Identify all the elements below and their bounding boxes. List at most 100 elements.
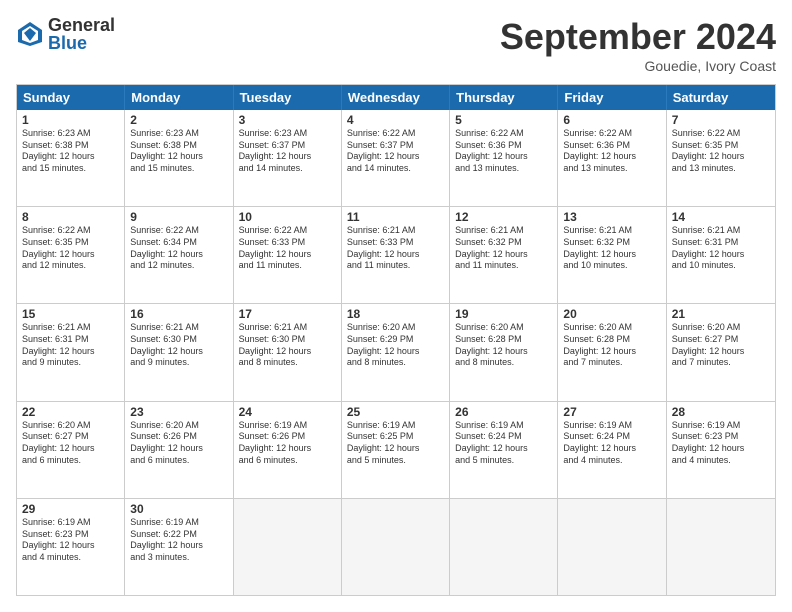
- day-number: 27: [563, 405, 660, 419]
- day-info: Sunrise: 6:22 AM Sunset: 6:37 PM Dayligh…: [347, 128, 444, 175]
- location-subtitle: Gouedie, Ivory Coast: [500, 58, 776, 74]
- week-row-3: 15Sunrise: 6:21 AM Sunset: 6:31 PM Dayli…: [17, 304, 775, 401]
- day-number: 21: [672, 307, 770, 321]
- title-area: September 2024 Gouedie, Ivory Coast: [500, 16, 776, 74]
- day-info: Sunrise: 6:21 AM Sunset: 6:31 PM Dayligh…: [22, 322, 119, 369]
- day-info: Sunrise: 6:19 AM Sunset: 6:23 PM Dayligh…: [22, 517, 119, 564]
- cell-4-3: 25Sunrise: 6:19 AM Sunset: 6:25 PM Dayli…: [342, 402, 450, 498]
- calendar-body: 1Sunrise: 6:23 AM Sunset: 6:38 PM Daylig…: [17, 110, 775, 595]
- day-number: 30: [130, 502, 227, 516]
- cell-1-5: 6Sunrise: 6:22 AM Sunset: 6:36 PM Daylig…: [558, 110, 666, 206]
- cell-2-1: 9Sunrise: 6:22 AM Sunset: 6:34 PM Daylig…: [125, 207, 233, 303]
- cell-2-4: 12Sunrise: 6:21 AM Sunset: 6:32 PM Dayli…: [450, 207, 558, 303]
- logo-text: General Blue: [48, 16, 115, 52]
- cell-2-3: 11Sunrise: 6:21 AM Sunset: 6:33 PM Dayli…: [342, 207, 450, 303]
- day-info: Sunrise: 6:21 AM Sunset: 6:32 PM Dayligh…: [563, 225, 660, 272]
- cell-5-1: 30Sunrise: 6:19 AM Sunset: 6:22 PM Dayli…: [125, 499, 233, 595]
- cell-2-6: 14Sunrise: 6:21 AM Sunset: 6:31 PM Dayli…: [667, 207, 775, 303]
- day-number: 8: [22, 210, 119, 224]
- cell-5-4: [450, 499, 558, 595]
- day-number: 23: [130, 405, 227, 419]
- day-info: Sunrise: 6:23 AM Sunset: 6:37 PM Dayligh…: [239, 128, 336, 175]
- cell-1-3: 4Sunrise: 6:22 AM Sunset: 6:37 PM Daylig…: [342, 110, 450, 206]
- cell-5-5: [558, 499, 666, 595]
- cell-3-2: 17Sunrise: 6:21 AM Sunset: 6:30 PM Dayli…: [234, 304, 342, 400]
- cell-4-4: 26Sunrise: 6:19 AM Sunset: 6:24 PM Dayli…: [450, 402, 558, 498]
- day-info: Sunrise: 6:21 AM Sunset: 6:33 PM Dayligh…: [347, 225, 444, 272]
- logo-icon: [16, 20, 44, 48]
- day-info: Sunrise: 6:22 AM Sunset: 6:35 PM Dayligh…: [672, 128, 770, 175]
- day-number: 20: [563, 307, 660, 321]
- day-info: Sunrise: 6:19 AM Sunset: 6:26 PM Dayligh…: [239, 420, 336, 467]
- day-number: 12: [455, 210, 552, 224]
- day-info: Sunrise: 6:22 AM Sunset: 6:33 PM Dayligh…: [239, 225, 336, 272]
- cell-1-6: 7Sunrise: 6:22 AM Sunset: 6:35 PM Daylig…: [667, 110, 775, 206]
- day-info: Sunrise: 6:23 AM Sunset: 6:38 PM Dayligh…: [22, 128, 119, 175]
- cell-4-0: 22Sunrise: 6:20 AM Sunset: 6:27 PM Dayli…: [17, 402, 125, 498]
- day-info: Sunrise: 6:21 AM Sunset: 6:32 PM Dayligh…: [455, 225, 552, 272]
- day-info: Sunrise: 6:19 AM Sunset: 6:24 PM Dayligh…: [455, 420, 552, 467]
- day-number: 14: [672, 210, 770, 224]
- day-number: 19: [455, 307, 552, 321]
- logo-general: General: [48, 16, 115, 34]
- cell-3-0: 15Sunrise: 6:21 AM Sunset: 6:31 PM Dayli…: [17, 304, 125, 400]
- calendar-header: Sunday Monday Tuesday Wednesday Thursday…: [17, 85, 775, 110]
- header-tuesday: Tuesday: [234, 85, 342, 110]
- day-info: Sunrise: 6:22 AM Sunset: 6:35 PM Dayligh…: [22, 225, 119, 272]
- day-number: 13: [563, 210, 660, 224]
- cell-4-6: 28Sunrise: 6:19 AM Sunset: 6:23 PM Dayli…: [667, 402, 775, 498]
- day-number: 10: [239, 210, 336, 224]
- day-number: 26: [455, 405, 552, 419]
- cell-3-4: 19Sunrise: 6:20 AM Sunset: 6:28 PM Dayli…: [450, 304, 558, 400]
- day-number: 6: [563, 113, 660, 127]
- day-number: 18: [347, 307, 444, 321]
- day-info: Sunrise: 6:19 AM Sunset: 6:22 PM Dayligh…: [130, 517, 227, 564]
- cell-1-1: 2Sunrise: 6:23 AM Sunset: 6:38 PM Daylig…: [125, 110, 233, 206]
- cell-3-6: 21Sunrise: 6:20 AM Sunset: 6:27 PM Dayli…: [667, 304, 775, 400]
- day-info: Sunrise: 6:21 AM Sunset: 6:31 PM Dayligh…: [672, 225, 770, 272]
- page: General Blue September 2024 Gouedie, Ivo…: [0, 0, 792, 612]
- day-info: Sunrise: 6:19 AM Sunset: 6:25 PM Dayligh…: [347, 420, 444, 467]
- day-number: 4: [347, 113, 444, 127]
- day-info: Sunrise: 6:20 AM Sunset: 6:28 PM Dayligh…: [563, 322, 660, 369]
- day-number: 1: [22, 113, 119, 127]
- cell-1-4: 5Sunrise: 6:22 AM Sunset: 6:36 PM Daylig…: [450, 110, 558, 206]
- cell-5-6: [667, 499, 775, 595]
- cell-2-0: 8Sunrise: 6:22 AM Sunset: 6:35 PM Daylig…: [17, 207, 125, 303]
- cell-3-1: 16Sunrise: 6:21 AM Sunset: 6:30 PM Dayli…: [125, 304, 233, 400]
- day-number: 7: [672, 113, 770, 127]
- week-row-5: 29Sunrise: 6:19 AM Sunset: 6:23 PM Dayli…: [17, 499, 775, 595]
- cell-1-0: 1Sunrise: 6:23 AM Sunset: 6:38 PM Daylig…: [17, 110, 125, 206]
- logo: General Blue: [16, 16, 115, 52]
- day-info: Sunrise: 6:21 AM Sunset: 6:30 PM Dayligh…: [239, 322, 336, 369]
- cell-1-2: 3Sunrise: 6:23 AM Sunset: 6:37 PM Daylig…: [234, 110, 342, 206]
- day-info: Sunrise: 6:20 AM Sunset: 6:27 PM Dayligh…: [672, 322, 770, 369]
- day-number: 16: [130, 307, 227, 321]
- calendar: Sunday Monday Tuesday Wednesday Thursday…: [16, 84, 776, 596]
- day-info: Sunrise: 6:22 AM Sunset: 6:36 PM Dayligh…: [455, 128, 552, 175]
- day-number: 28: [672, 405, 770, 419]
- day-number: 25: [347, 405, 444, 419]
- week-row-4: 22Sunrise: 6:20 AM Sunset: 6:27 PM Dayli…: [17, 402, 775, 499]
- day-number: 22: [22, 405, 119, 419]
- day-number: 5: [455, 113, 552, 127]
- cell-5-0: 29Sunrise: 6:19 AM Sunset: 6:23 PM Dayli…: [17, 499, 125, 595]
- cell-4-1: 23Sunrise: 6:20 AM Sunset: 6:26 PM Dayli…: [125, 402, 233, 498]
- day-info: Sunrise: 6:22 AM Sunset: 6:36 PM Dayligh…: [563, 128, 660, 175]
- day-info: Sunrise: 6:22 AM Sunset: 6:34 PM Dayligh…: [130, 225, 227, 272]
- day-info: Sunrise: 6:20 AM Sunset: 6:28 PM Dayligh…: [455, 322, 552, 369]
- day-info: Sunrise: 6:23 AM Sunset: 6:38 PM Dayligh…: [130, 128, 227, 175]
- day-number: 15: [22, 307, 119, 321]
- header-sunday: Sunday: [17, 85, 125, 110]
- cell-5-3: [342, 499, 450, 595]
- day-number: 29: [22, 502, 119, 516]
- cell-4-2: 24Sunrise: 6:19 AM Sunset: 6:26 PM Dayli…: [234, 402, 342, 498]
- week-row-2: 8Sunrise: 6:22 AM Sunset: 6:35 PM Daylig…: [17, 207, 775, 304]
- day-number: 9: [130, 210, 227, 224]
- day-number: 11: [347, 210, 444, 224]
- day-info: Sunrise: 6:21 AM Sunset: 6:30 PM Dayligh…: [130, 322, 227, 369]
- day-info: Sunrise: 6:20 AM Sunset: 6:26 PM Dayligh…: [130, 420, 227, 467]
- day-number: 3: [239, 113, 336, 127]
- day-info: Sunrise: 6:20 AM Sunset: 6:27 PM Dayligh…: [22, 420, 119, 467]
- day-number: 17: [239, 307, 336, 321]
